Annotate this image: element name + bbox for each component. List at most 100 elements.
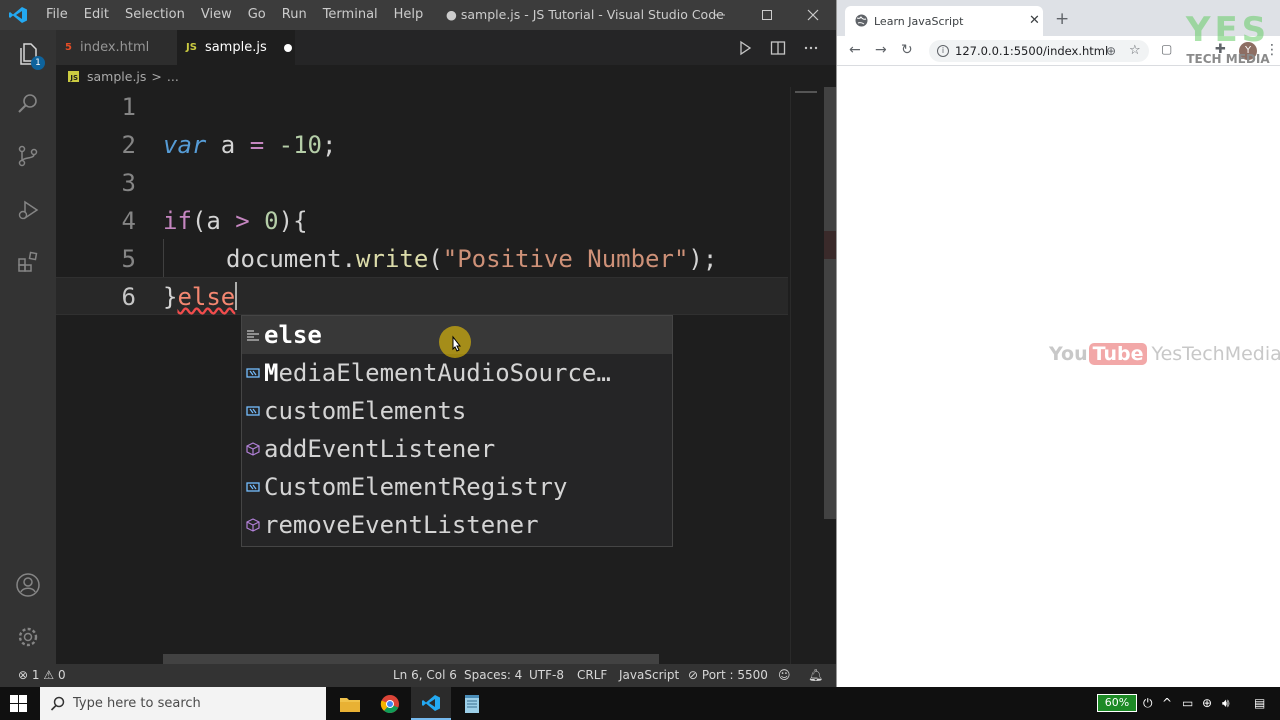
search-view-button[interactable] xyxy=(12,88,44,120)
token-identifier: a xyxy=(206,131,250,159)
extensions-button[interactable] xyxy=(12,246,44,278)
menu-view[interactable]: View xyxy=(193,0,240,30)
explorer-button[interactable]: 1 xyxy=(12,38,45,70)
chevron-up-icon[interactable]: ^ xyxy=(1162,696,1172,710)
watermark-yes: YES xyxy=(1185,10,1271,50)
power-plug-icon[interactable]: ⏻ xyxy=(1143,696,1153,711)
accounts-button[interactable] xyxy=(12,569,44,601)
warning-count: 0 xyxy=(57,668,66,682)
horizontal-scrollbar[interactable] xyxy=(163,654,659,664)
account-icon xyxy=(16,573,40,597)
minimap[interactable] xyxy=(790,87,824,664)
indentation[interactable]: Spaces: 4 xyxy=(464,664,522,687)
menu-terminal[interactable]: Terminal xyxy=(315,0,386,30)
volume-icon[interactable]: 🔊︎ xyxy=(1222,696,1230,711)
code-line-3: 3 xyxy=(56,164,788,202)
problems-indicator[interactable]: ⊗ 1 ⚠ 0 xyxy=(18,664,66,687)
menu-file[interactable]: File xyxy=(38,0,76,30)
minimize-button[interactable] xyxy=(697,0,743,30)
zoom-icon[interactable]: ⊕ xyxy=(1106,40,1116,62)
token-punctuation: ; xyxy=(321,131,337,159)
menu-help[interactable]: Help xyxy=(386,0,432,30)
feedback-icon[interactable]: ☺ xyxy=(778,664,791,687)
windows-start-icon[interactable] xyxy=(10,695,27,712)
suggestion-item[interactable]: addEventListener xyxy=(242,430,672,468)
token-number: 0 xyxy=(249,207,279,235)
tab-sample-js[interactable]: JS sample.js xyxy=(177,30,295,65)
code-line-6: 6 }else xyxy=(56,278,788,316)
run-debug-button[interactable] xyxy=(12,194,44,226)
suggestion-item[interactable]: removeEventListener xyxy=(242,506,672,544)
close-tab-icon[interactable]: ✕ xyxy=(1029,13,1040,28)
suggestion-rest: addEventListener xyxy=(264,435,496,463)
code-text: document.write("Positive Number"); xyxy=(226,240,717,278)
source-control-button[interactable] xyxy=(12,140,44,172)
line-number: 5 xyxy=(121,245,136,273)
maximize-button[interactable] xyxy=(744,0,790,30)
js-file-icon: JS xyxy=(68,70,79,82)
back-arrow-icon[interactable]: ← xyxy=(849,42,861,58)
token-number: -10 xyxy=(264,131,322,159)
activity-bar: 1 xyxy=(0,30,56,664)
scrollbar-thumb[interactable] xyxy=(824,87,836,519)
line-number: 3 xyxy=(121,169,136,197)
encoding[interactable]: UTF-8 xyxy=(529,664,564,687)
new-tab-button[interactable]: + xyxy=(1055,9,1069,29)
split-editor-icon xyxy=(770,41,786,55)
keyword-icon xyxy=(247,330,259,341)
play-icon xyxy=(740,40,752,56)
vscode-logo-icon[interactable] xyxy=(8,6,28,24)
menu-go[interactable]: Go xyxy=(240,0,274,30)
bell-icon[interactable]: 🔔︎ xyxy=(808,664,823,687)
breadcrumb: JS sample.js > ... xyxy=(56,65,836,87)
cursor-position[interactable]: Ln 6, Col 6 xyxy=(393,664,457,687)
taskbar-notepad[interactable] xyxy=(452,687,492,720)
suggestion-item[interactable]: CustomElementRegistry xyxy=(242,468,672,506)
error-count: 1 xyxy=(31,668,40,682)
vertical-scrollbar[interactable] xyxy=(824,87,836,664)
error-marker xyxy=(824,231,836,259)
unsaved-dot-icon[interactable] xyxy=(283,43,292,52)
battery-indicator[interactable]: 60% xyxy=(1097,694,1137,712)
browser-tab[interactable]: Learn JavaScript ✕ xyxy=(845,6,1043,36)
run-file-button[interactable] xyxy=(737,38,753,58)
taskbar-chrome[interactable] xyxy=(370,687,410,720)
forward-arrow-icon[interactable]: → xyxy=(875,42,887,58)
line-number: 6 xyxy=(121,283,136,311)
close-window-button[interactable] xyxy=(790,0,836,30)
live-server-port[interactable]: ⊘ Port : 5500 xyxy=(688,664,768,687)
taskbar-search-box[interactable]: Type here to search xyxy=(40,687,326,720)
menu-selection[interactable]: Selection xyxy=(117,0,193,30)
language-globe-icon[interactable]: ⊕ xyxy=(1202,696,1212,710)
reload-icon[interactable]: ↻ xyxy=(901,42,913,58)
token-keyword: var xyxy=(163,131,207,159)
extension-icon[interactable]: ▢ xyxy=(1161,42,1172,56)
notification-icon[interactable]: ▤ xyxy=(1254,696,1265,710)
vscode-window: File Edit Selection View Go Run Terminal… xyxy=(0,0,836,687)
network-icon[interactable]: ▭ xyxy=(1182,696,1193,710)
token-punctuation: (a xyxy=(191,207,236,235)
tab-index-html[interactable]: 5 index.html xyxy=(56,30,177,65)
youtube-channel: YesTechMedia xyxy=(1151,343,1280,365)
token-punctuation: ){ xyxy=(278,207,308,235)
manage-button[interactable] xyxy=(12,621,44,653)
taskbar-file-explorer[interactable] xyxy=(330,687,370,720)
suggestion-item[interactable]: customElements xyxy=(242,392,672,430)
bookmark-star-icon[interactable]: ☆ xyxy=(1129,40,1141,62)
close-icon xyxy=(807,9,819,21)
line-ending[interactable]: CRLF xyxy=(577,664,607,687)
breadcrumb-file[interactable]: sample.js xyxy=(87,69,146,84)
menu-run[interactable]: Run xyxy=(274,0,315,30)
breadcrumb-symbol[interactable]: ... xyxy=(167,69,179,84)
menu-edit[interactable]: Edit xyxy=(76,0,117,30)
token-operator: = xyxy=(249,131,265,159)
split-editor-button[interactable] xyxy=(770,38,786,58)
suggestion-match: M xyxy=(264,359,279,387)
taskbar-vscode[interactable] xyxy=(411,687,451,720)
address-bar[interactable]: i 127.0.0.1:5500/index.html ⊕ ☆ xyxy=(929,40,1149,62)
site-info-icon[interactable]: i xyxy=(937,45,949,57)
language-mode[interactable]: JavaScript xyxy=(619,664,679,687)
suggestion-rest: customElements xyxy=(264,397,467,425)
youtube-watermark: You Tube YesTechMedia xyxy=(1049,341,1280,367)
more-actions-button[interactable] xyxy=(803,38,819,58)
